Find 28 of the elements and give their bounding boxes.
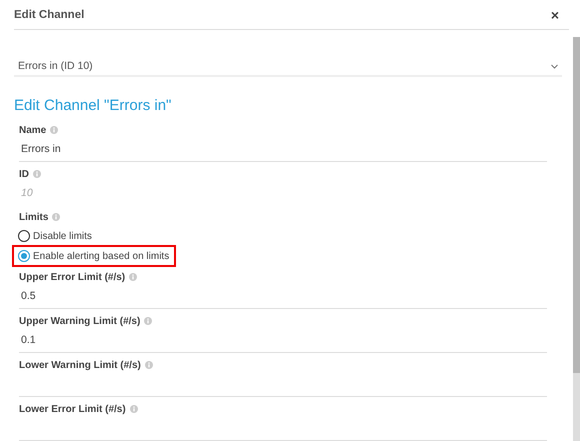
close-button[interactable]: × [546, 6, 569, 23]
info-icon [50, 126, 58, 134]
info-icon [144, 361, 153, 369]
scrollbar[interactable] [573, 37, 580, 441]
text-field[interactable]: 0.1 [19, 328, 547, 353]
highlighted-radio-option[interactable]: Enable alerting based on limits [14, 247, 174, 265]
chevron-down-icon [551, 64, 558, 69]
channel-dropdown[interactable]: Errors in (ID 10) [14, 58, 562, 77]
field-label: ID [19, 168, 29, 180]
info-icon [144, 317, 152, 325]
info-icon [52, 213, 60, 221]
field-label: Lower Error Limit (#/s) [19, 404, 126, 414]
info-icon [33, 170, 41, 178]
field-label: Lower Warning Limit (#/s) [19, 360, 141, 370]
field-label: Upper Warning Limit (#/s) [19, 316, 140, 326]
field-label: Name [19, 124, 46, 136]
radio-icon [18, 250, 30, 262]
info-icon [130, 405, 138, 413]
section-heading: Edit Channel "Errors in" [14, 97, 172, 114]
field-value: 10 [21, 187, 33, 199]
radio-icon [18, 230, 30, 242]
radio-option[interactable]: Disable limits [14, 227, 97, 245]
text-field[interactable]: Errors in [19, 137, 547, 162]
info-icon [129, 273, 138, 281]
field-label: Upper Error Limit (#/s) [19, 272, 126, 282]
dialog-title: Edit Channel [14, 8, 84, 21]
text-field[interactable]: 0.5 [19, 284, 547, 309]
field-label: Limits [19, 212, 48, 222]
